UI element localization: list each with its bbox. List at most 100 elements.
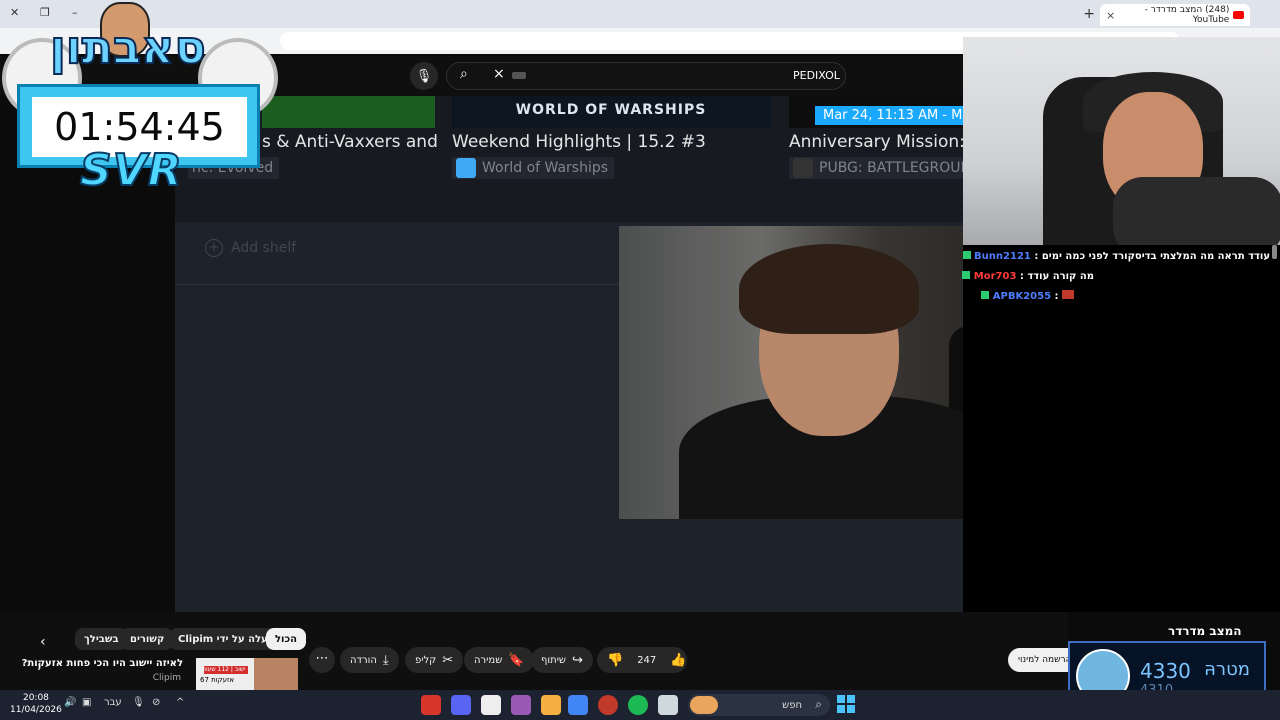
obs-icon[interactable] (598, 695, 618, 715)
browser-tab[interactable]: (248) המצב מדרדר - YouTube × (1100, 4, 1250, 26)
chat-message: מה קורה עודד : Mor703 (959, 271, 1094, 282)
card-thumbnail[interactable]: WORLD OF WARSHIPS (452, 96, 770, 128)
chrome-icon[interactable] (568, 695, 588, 715)
bookmark-icon: 🔖 (508, 652, 525, 668)
clock-date: 11/04/2026 (10, 705, 62, 715)
chip-for-you[interactable]: בשבילך (75, 628, 128, 650)
search-icon[interactable]: ⌕ (460, 66, 468, 82)
divider (175, 284, 620, 285)
add-shelf-button[interactable]: + Add shelf (205, 239, 296, 257)
clear-search-icon[interactable]: × (493, 66, 505, 82)
chat-text: מה קורה עודד (1027, 271, 1094, 282)
card-title[interactable]: Anniversary Mission: R (789, 132, 982, 152)
chip-related[interactable]: קשורים (121, 628, 174, 650)
mic-tray-icon[interactable]: 🎙 (132, 697, 145, 708)
card-channel[interactable]: PUBG: BATTLEGROUN (789, 157, 977, 179)
search-highlight-icon (690, 696, 718, 714)
clip-label: קליפ (415, 654, 437, 666)
dislike-icon[interactable]: 👎 (607, 653, 623, 668)
save-button[interactable]: 🔖 שמירה (464, 647, 535, 673)
search-icon: ⌕ (815, 697, 822, 711)
date-badge: Mar 24, 11:13 AM - M (815, 106, 971, 125)
more-actions-button[interactable]: ⋯ (309, 647, 335, 673)
goal-label: מטרה (1204, 659, 1250, 680)
tab-close-icon[interactable]: × (1106, 9, 1115, 22)
app-icon[interactable] (541, 695, 561, 715)
system-clock[interactable]: 20:08 11/04/2026 (10, 692, 62, 716)
pubg-icon (793, 158, 813, 178)
recommendation-channel[interactable]: Clipim (130, 673, 181, 683)
taskbar-search[interactable]: חפש ⌕ (688, 694, 830, 716)
channel-name: World of Warships (482, 160, 609, 176)
badge-icon (962, 251, 971, 259)
windows-start-icon[interactable] (837, 695, 855, 713)
recommendation-title[interactable]: לאיזה יישוב היו הכי פחות אזעקות? (22, 658, 183, 669)
badge-icon (981, 291, 990, 299)
download-icon: ⤓ (382, 652, 389, 668)
keyboard-icon[interactable] (512, 72, 526, 79)
search-input[interactable] (446, 62, 846, 90)
chat-username[interactable]: Bunn2121 (974, 251, 1031, 262)
like-icon[interactable]: 👍 (670, 653, 686, 668)
search-query: PEDIXOL (793, 69, 840, 82)
badge-icon (962, 271, 971, 279)
chat-scrollbar[interactable] (1272, 245, 1277, 259)
share-button[interactable]: ↪ שיתוף (531, 647, 593, 673)
goal-current: 4330 (1140, 659, 1191, 683)
streamer-webcam (963, 37, 1280, 245)
network-icon[interactable]: ▣ (82, 697, 91, 708)
voice-search-button[interactable]: 🎙 (410, 62, 438, 90)
app-icon[interactable] (421, 695, 441, 715)
restore-window-icon[interactable]: ❐ (40, 6, 50, 19)
close-window-icon[interactable]: ✕ (10, 6, 19, 19)
card-channel[interactable]: World of Warships (452, 157, 615, 179)
channel-name: PUBG: BATTLEGROUN (819, 160, 971, 176)
discord-icon[interactable] (451, 695, 471, 715)
language-indicator[interactable]: עבר (104, 697, 122, 708)
recommendation-thumbnail[interactable]: 67 אזעקות ישוב | 112 שעות (196, 658, 298, 690)
video-channel-title: המצב מדרדר (1168, 624, 1242, 638)
emote-icon (1062, 290, 1074, 299)
chevron-left-icon[interactable]: ‹ (40, 634, 46, 650)
chip-all[interactable]: הכול (266, 628, 307, 650)
thumbnail-text: 67 אזעקות (200, 676, 235, 684)
warships-icon (456, 158, 476, 178)
chat-username[interactable]: APBK2055 (993, 291, 1051, 302)
thumbnail-text: ישוב | 112 שעות (202, 666, 246, 673)
tray-overflow-icon[interactable]: ^ (176, 697, 184, 708)
volume-icon[interactable]: 🔊 (64, 697, 76, 708)
share-icon: ↪ (572, 652, 583, 668)
clip-button[interactable]: ✂ קליפ (405, 647, 464, 673)
file-explorer-icon[interactable] (658, 695, 678, 715)
app-icon[interactable] (511, 695, 531, 715)
search-placeholder: חפש (782, 699, 802, 711)
scissors-icon: ✂ (442, 652, 454, 668)
card-title[interactable]: s & Anti-Vaxxers and (262, 132, 438, 152)
subathon-logo: סאבתון (49, 19, 207, 75)
minimize-window-icon[interactable]: – (72, 6, 78, 19)
overlay-tag: SVR (79, 144, 183, 197)
add-shelf-label: Add shelf (231, 240, 297, 256)
download-label: הורדה (350, 654, 377, 666)
youtube-logo-icon (1233, 11, 1244, 19)
chat-message: : APBK2055 (978, 290, 1074, 302)
card-thumbnail[interactable] (262, 96, 435, 128)
microphone-icon: 🎙 (415, 68, 433, 84)
card-title[interactable]: Weekend Highlights | 15.2 #3 (452, 132, 706, 152)
chat-username[interactable]: Mor703 (974, 271, 1017, 282)
chat-text: עודד תראה מה המלצתי בדיסקורד לפני כמה ימ… (1041, 251, 1270, 262)
clock-time: 20:08 (22, 693, 49, 703)
new-tab-button[interactable]: + (1083, 6, 1095, 22)
app-icon[interactable] (481, 695, 501, 715)
save-label: שמירה (474, 654, 503, 666)
spotify-icon[interactable] (628, 695, 648, 715)
like-count: 247 (637, 654, 657, 666)
plus-icon: + (205, 239, 223, 257)
wifi-off-icon[interactable]: ⊘ (152, 697, 160, 708)
tab-title: (248) המצב מדרדר - YouTube (1144, 5, 1230, 25)
download-button[interactable]: ⤓ הורדה (340, 647, 399, 673)
like-dislike-group[interactable]: 👎 247 👍 (597, 647, 687, 673)
share-label: שיתוף (541, 654, 567, 666)
thumbnail-text: WORLD OF WARSHIPS (515, 102, 707, 118)
chat-message: עודד תראה מה המלצתי בדיסקורד לפני כמה ימ… (960, 251, 1270, 262)
